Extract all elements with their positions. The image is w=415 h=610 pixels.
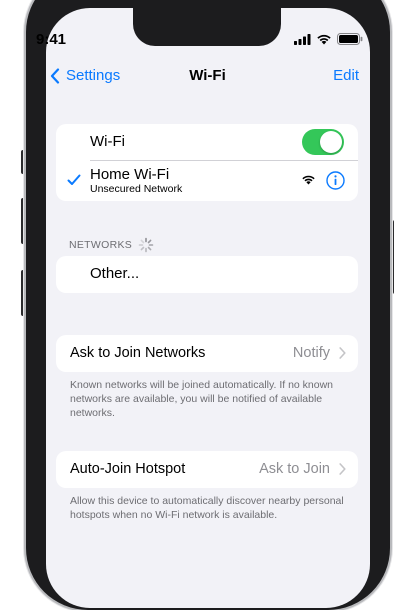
chevron-left-icon — [50, 67, 60, 84]
auto-join-hotspot-row[interactable]: Auto-Join Hotspot Ask to Join — [56, 451, 358, 488]
status-time: 9:41 — [36, 31, 67, 48]
battery-icon — [337, 33, 363, 45]
checkmark-icon — [67, 174, 81, 185]
wifi-signal-icon — [302, 175, 315, 185]
auto-join-footer: Allow this device to automatically disco… — [70, 495, 344, 521]
wifi-status-icon — [317, 34, 331, 45]
network-status: Unsecured Network — [90, 183, 183, 195]
toggle-knob — [320, 131, 342, 153]
status-icons — [294, 33, 363, 45]
ask-to-join-row[interactable]: Ask to Join Networks Notify — [56, 335, 358, 372]
other-network-row[interactable]: Other... — [56, 256, 358, 293]
auto-join-value: Ask to Join — [259, 461, 330, 477]
wifi-toggle-row: Wi-Fi — [56, 124, 358, 160]
auto-join-label: Auto-Join Hotspot — [70, 461, 186, 477]
wifi-toggle[interactable] — [302, 129, 344, 155]
network-name: Home Wi-Fi — [90, 166, 170, 183]
networks-header-label: NETWORKS — [69, 239, 133, 251]
back-button[interactable]: Settings — [50, 67, 120, 84]
other-network-label: Other... — [90, 265, 140, 282]
network-row-home-wifi[interactable]: Home Wi-Fi Unsecured Network — [56, 161, 358, 201]
wifi-toggle-label: Wi-Fi — [90, 133, 125, 150]
networks-section-header: NETWORKS — [69, 237, 154, 253]
chevron-right-icon — [339, 347, 346, 359]
wifi-card: Wi-Fi Home Wi-Fi Unsecured Network — [56, 124, 358, 201]
info-icon[interactable] — [326, 171, 345, 190]
edit-button[interactable]: Edit — [333, 67, 359, 84]
notch — [133, 0, 281, 46]
ask-to-join-value: Notify — [292, 345, 330, 361]
chevron-right-icon — [339, 463, 346, 475]
ask-to-join-footer: Known networks will be joined automatica… — [70, 379, 334, 419]
ask-to-join-label: Ask to Join Networks — [70, 345, 206, 361]
cellular-signal-icon — [294, 33, 311, 45]
back-button-label: Settings — [66, 67, 121, 84]
loading-spinner-icon — [138, 237, 154, 253]
